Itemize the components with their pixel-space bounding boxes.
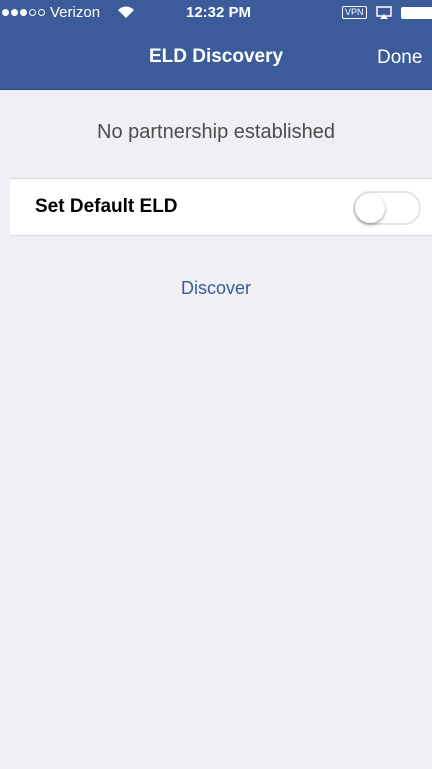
navigation-bar: Verizon 12:32 PM VPN ELD Discovery Done: [0, 0, 432, 90]
battery-icon: [401, 7, 432, 19]
airplay-icon: [376, 6, 392, 19]
signal-dot-filled: [2, 9, 9, 16]
signal-dot-filled: [20, 9, 27, 16]
toggle-knob: [355, 193, 385, 223]
signal-dot-empty: [38, 9, 45, 16]
carrier-name: Verizon: [50, 4, 101, 21]
discover-button[interactable]: Discover: [0, 278, 432, 299]
default-eld-row[interactable]: Set Default ELD: [10, 178, 432, 236]
eld-discovery-screen: Verizon 12:32 PM VPN ELD Discovery Done …: [0, 0, 432, 769]
done-button[interactable]: Done: [377, 47, 422, 69]
default-eld-label: Set Default ELD: [35, 196, 178, 217]
vpn-badge: VPN: [342, 6, 367, 19]
signal-dots-icon: [2, 9, 45, 16]
partnership-status: No partnership established: [0, 90, 432, 178]
signal-dot-filled: [11, 9, 18, 16]
status-bar: Verizon 12:32 PM VPN: [0, 0, 432, 28]
signal-dot-empty: [29, 9, 36, 16]
wifi-icon: [118, 6, 134, 18]
page-title: ELD Discovery: [148, 46, 284, 67]
status-time: 12:32 PM: [186, 4, 252, 21]
partnership-status-text: No partnership established: [97, 121, 335, 143]
default-eld-toggle[interactable]: [353, 191, 421, 225]
